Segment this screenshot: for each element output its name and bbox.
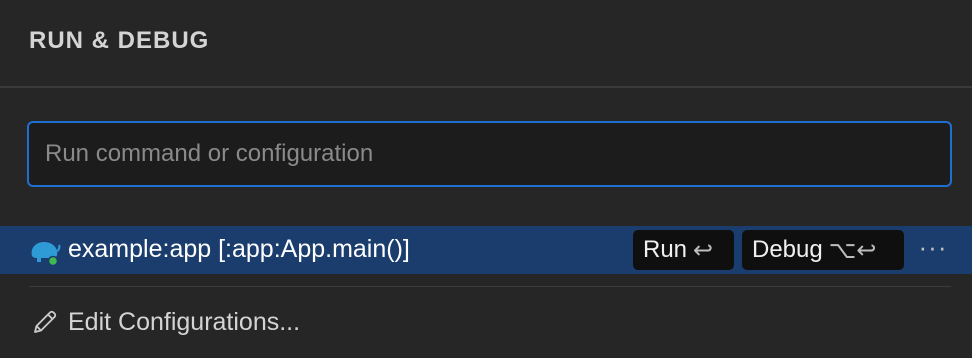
debug-button[interactable]: Debug ⌥↩ [742,230,904,270]
search-input[interactable] [27,121,952,187]
enter-key-icon: ↩ [693,236,714,264]
edit-configurations-label: Edit Configurations... [68,308,301,336]
pencil-icon [34,310,57,333]
status-dot [47,255,59,266]
configuration-row[interactable]: example:app [:app:App.main()] Run ↩ Debu… [0,226,972,274]
run-label: Run [643,236,688,263]
gradle-elephant-icon [31,242,61,266]
panel-title: RUN & DEBUG [29,27,210,54]
edit-configurations-item[interactable]: Edit Configurations... [0,298,972,346]
option-enter-key-icon: ⌥↩ [828,236,877,264]
panel-header: RUN & DEBUG [0,0,972,88]
debug-label: Debug [752,236,823,263]
more-actions-icon[interactable]: ··· [918,234,948,264]
configuration-label: example:app [:app:App.main()] [68,235,410,263]
run-button[interactable]: Run ↩ [633,230,734,270]
divider [29,286,951,287]
